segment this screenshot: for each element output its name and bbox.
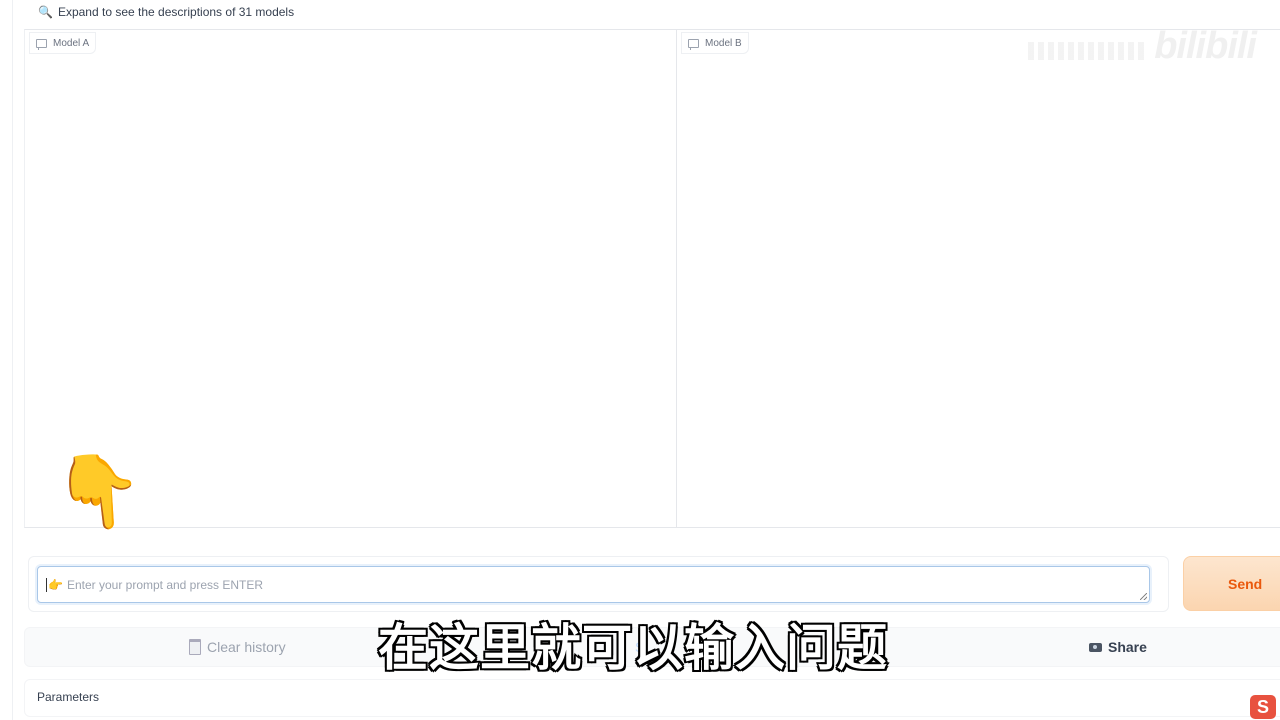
model-b-tag: Model B [681,32,749,54]
magnifier-icon: 🔍 [38,5,53,19]
model-a-label: Model A [53,37,90,49]
share-label: Share [1108,639,1147,655]
resize-handle-icon[interactable] [1140,593,1147,600]
share-button[interactable]: Share [1089,628,1147,666]
trash-icon [189,639,201,655]
chatbot-model-b[interactable]: Model B [677,30,1280,527]
bilibili-watermark: bilibili [1154,25,1257,67]
chat-panels: Model A Model B [24,29,1280,528]
text-caret [46,577,47,592]
clear-history-button[interactable]: Clear history [189,628,286,666]
prompt-card: 👉 Enter your prompt and press ENTER [28,556,1169,612]
model-b-label: Model B [705,37,742,49]
prompt-textbox[interactable]: 👉 Enter your prompt and press ENTER [37,566,1150,603]
sogou-logo-icon: S [1250,695,1276,719]
pointing-right-icon: 👉 [48,577,63,592]
pointing-down-hand-icon: 👇 [51,448,147,536]
camera-icon [1089,642,1102,652]
model-a-tag: Model A [29,32,97,54]
clear-history-label: Clear history [207,639,286,655]
send-button[interactable]: Send [1183,556,1280,611]
chat-bubble-icon [36,38,47,50]
accordion-label: Expand to see the descriptions of 31 mod… [57,5,295,19]
model-descriptions-accordion[interactable]: 🔍 Expand to see the descriptions of 31 m… [38,4,294,20]
parameters-accordion[interactable]: Parameters [24,679,1280,717]
parameters-label: Parameters [37,690,100,704]
chat-bubble-icon [688,38,699,50]
video-subtitle: 在这里就可以输入问题 [377,618,889,679]
watermark-scribble [1028,42,1144,60]
prompt-placeholder: Enter your prompt and press ENTER [66,577,264,592]
page-edge [12,0,13,720]
